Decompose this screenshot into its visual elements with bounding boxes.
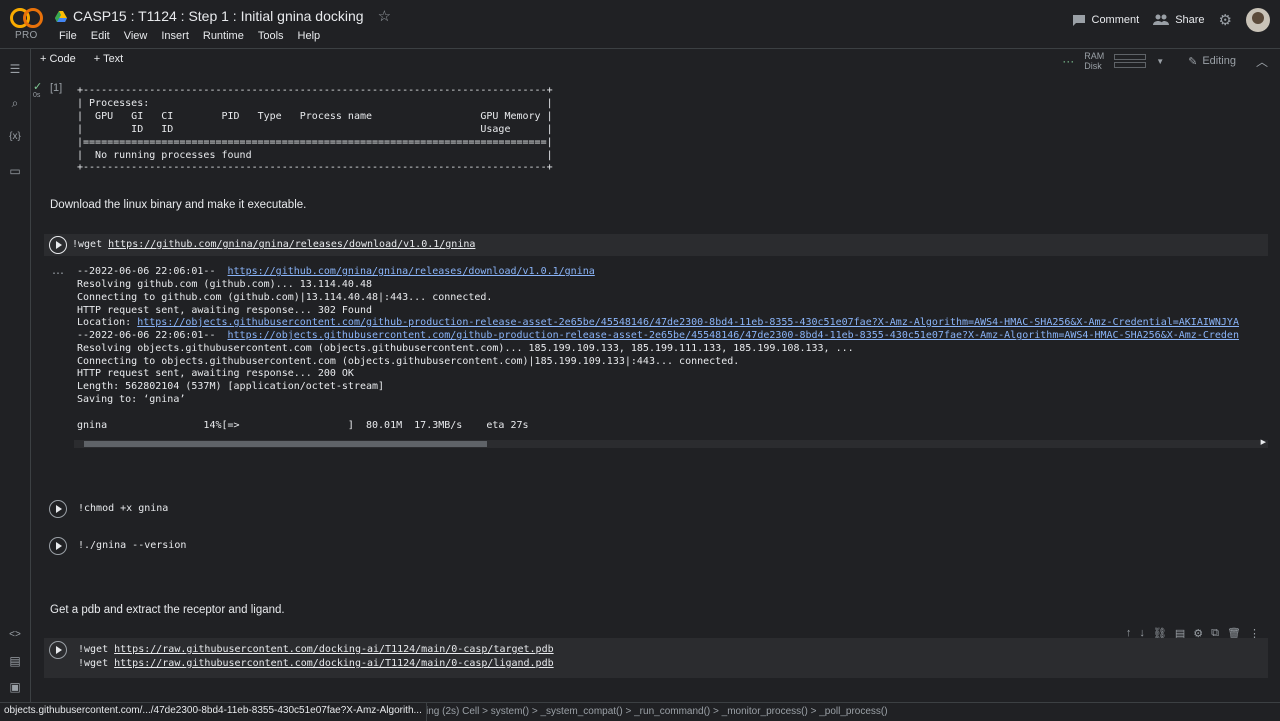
command-palette-icon[interactable]: ▤ — [8, 654, 22, 668]
check-icon: ✓ — [33, 81, 43, 93]
share-button[interactable]: Share — [1153, 14, 1205, 26]
comment-icon — [1072, 14, 1085, 26]
notebook-title[interactable]: CASP15 : T1124 : Step 1 : Initial gnina … — [73, 8, 364, 24]
scrollbar-thumb[interactable] — [84, 441, 487, 447]
output-line: --2022-06-06 22:06:01-- https://github.c… — [77, 266, 595, 279]
output-text: --2022-06-06 22:06:01-- — [77, 266, 228, 277]
execution-count: [1] — [50, 82, 63, 94]
output-line: HTTP request sent, awaiting response... … — [77, 305, 373, 316]
wget-command: !wget — [78, 658, 115, 669]
target-pdb-link[interactable]: https://raw.githubusercontent.com/dockin… — [114, 644, 554, 655]
wget-command: !wget — [78, 644, 115, 655]
status-bar: ing (2s) Cell > system() > _system_compa… — [0, 702, 1280, 721]
account-avatar[interactable] — [1246, 8, 1270, 32]
markdown-cell-pdb[interactable]: Get a pdb and extract the receptor and l… — [50, 604, 285, 616]
output-link[interactable]: https://objects.githubusercontent.com/gi… — [137, 317, 1239, 328]
left-sidebar: ☰ ⌕ {x} ▭ <> ▤ ▣ — [0, 48, 31, 702]
menu-bar: File Edit View Insert Runtime Tools Help — [52, 28, 327, 44]
table-of-contents-icon[interactable]: ☰ — [8, 62, 22, 76]
add-text-button[interactable]: + Text — [94, 53, 123, 65]
chmod-code[interactable]: !chmod +x gnina — [78, 503, 168, 514]
gnina-download-link[interactable]: https://github.com/gnina/gnina/releases/… — [108, 239, 475, 250]
output-line: Connecting to objects.githubusercontent.… — [77, 356, 740, 367]
colab-logo[interactable]: PRO — [10, 6, 43, 42]
output-link[interactable]: https://objects.githubusercontent.com/gi… — [228, 330, 1239, 341]
gnina-version-code[interactable]: !./gnina --version — [78, 540, 186, 551]
comment-button[interactable]: Comment — [1072, 14, 1140, 27]
folder-icon[interactable]: ▭ — [8, 164, 22, 178]
code-snippets-icon[interactable]: <> — [8, 628, 22, 642]
nvidia-smi-output: +---------------------------------------… — [77, 85, 553, 174]
resource-dropdown-icon[interactable]: ▼ — [1156, 57, 1164, 66]
output-line: Saving to: ‘gnina’ — [77, 394, 186, 405]
run-cell-button[interactable] — [49, 500, 67, 518]
wget-ligand-code[interactable]: !wget https://raw.githubusercontent.com/… — [78, 658, 554, 669]
scroll-right-icon[interactable]: ▶ — [1261, 438, 1266, 446]
menu-runtime[interactable]: Runtime — [196, 28, 251, 44]
collapse-header-icon[interactable]: ︿ — [1256, 53, 1268, 70]
output-text: --2022-06-06 22:06:01-- — [77, 330, 228, 341]
output-line: Length: 562802104 (537M) [application/oc… — [77, 381, 385, 392]
stop-cell-button[interactable] — [49, 236, 67, 254]
menu-tools[interactable]: Tools — [251, 28, 291, 44]
menu-view[interactable]: View — [117, 28, 155, 44]
run-cell-button[interactable] — [49, 641, 67, 659]
app-header: PRO CASP15 : T1124 : Step 1 : Initial gn… — [0, 0, 1280, 48]
execution-trace: ing (2s) Cell > system() > _system_compa… — [426, 706, 888, 717]
run-cell-button[interactable] — [49, 537, 67, 555]
output-link[interactable]: https://github.com/gnina/gnina/releases/… — [228, 266, 595, 277]
variables-icon[interactable]: {x} — [8, 130, 22, 144]
disk-label: Disk — [1084, 61, 1102, 71]
settings-gear-icon[interactable]: ⚙ — [1219, 11, 1232, 29]
ligand-pdb-link[interactable]: https://raw.githubusercontent.com/dockin… — [114, 658, 554, 669]
wget-command: !wget — [72, 239, 109, 250]
connected-check-icon: ··· — [1062, 54, 1075, 68]
cell-exec-status: ✓ 0s — [33, 81, 43, 100]
menu-help[interactable]: Help — [291, 28, 328, 44]
wget-target-code[interactable]: !wget https://raw.githubusercontent.com/… — [78, 644, 554, 655]
ram-label: RAM — [1084, 51, 1105, 61]
output-line: Resolving objects.githubusercontent.com … — [77, 343, 854, 354]
share-label: Share — [1175, 14, 1205, 26]
star-icon[interactable]: ☆ — [378, 7, 391, 25]
output-menu-icon[interactable]: ⋯ — [52, 266, 64, 280]
download-progress: gnina 14%[=> ] 80.01M 17.3MB/s eta 27s — [77, 420, 529, 431]
add-code-button[interactable]: + Code — [40, 53, 76, 65]
resource-bars — [1114, 52, 1147, 70]
people-icon — [1153, 14, 1170, 25]
output-line: Resolving github.com (github.com)... 13.… — [77, 279, 373, 290]
output-line: Location: https://objects.githubusercont… — [77, 317, 1268, 330]
pencil-icon: ✎ — [1188, 55, 1198, 68]
comment-label: Comment — [1091, 14, 1140, 26]
colab-logo-icon — [10, 6, 43, 28]
wget-gnina-code[interactable]: !wget https://github.com/gnina/gnina/rel… — [72, 239, 475, 250]
menu-edit[interactable]: Edit — [84, 28, 117, 44]
editing-mode-button[interactable]: ✎ Editing — [1188, 55, 1236, 68]
output-text: Location: — [77, 317, 138, 328]
search-icon[interactable]: ⌕ — [8, 96, 22, 110]
terminal-icon[interactable]: ▣ — [8, 680, 22, 694]
markdown-cell-download[interactable]: Download the linux binary and make it ex… — [50, 199, 306, 211]
notebook-toolbar: + Code + Text ··· RAM Disk ▼ ✎ Editing ︿ — [0, 48, 1280, 73]
editing-label: Editing — [1202, 55, 1236, 67]
menu-insert[interactable]: Insert — [154, 28, 196, 44]
hover-url-preview: objects.githubusercontent.com/.../47de23… — [0, 703, 427, 721]
output-horizontal-scrollbar[interactable]: ▶ — [74, 438, 1268, 448]
output-line: --2022-06-06 22:06:01-- https://objects.… — [77, 330, 1268, 343]
resource-monitor[interactable]: RAM Disk — [1084, 51, 1104, 71]
exec-time: 0s — [33, 92, 41, 99]
output-line: HTTP request sent, awaiting response... … — [77, 368, 354, 379]
pro-badge: PRO — [15, 30, 38, 41]
output-line: Connecting to github.com (github.com)|13… — [77, 292, 493, 303]
menu-file[interactable]: File — [52, 28, 84, 44]
google-drive-icon — [55, 10, 67, 22]
